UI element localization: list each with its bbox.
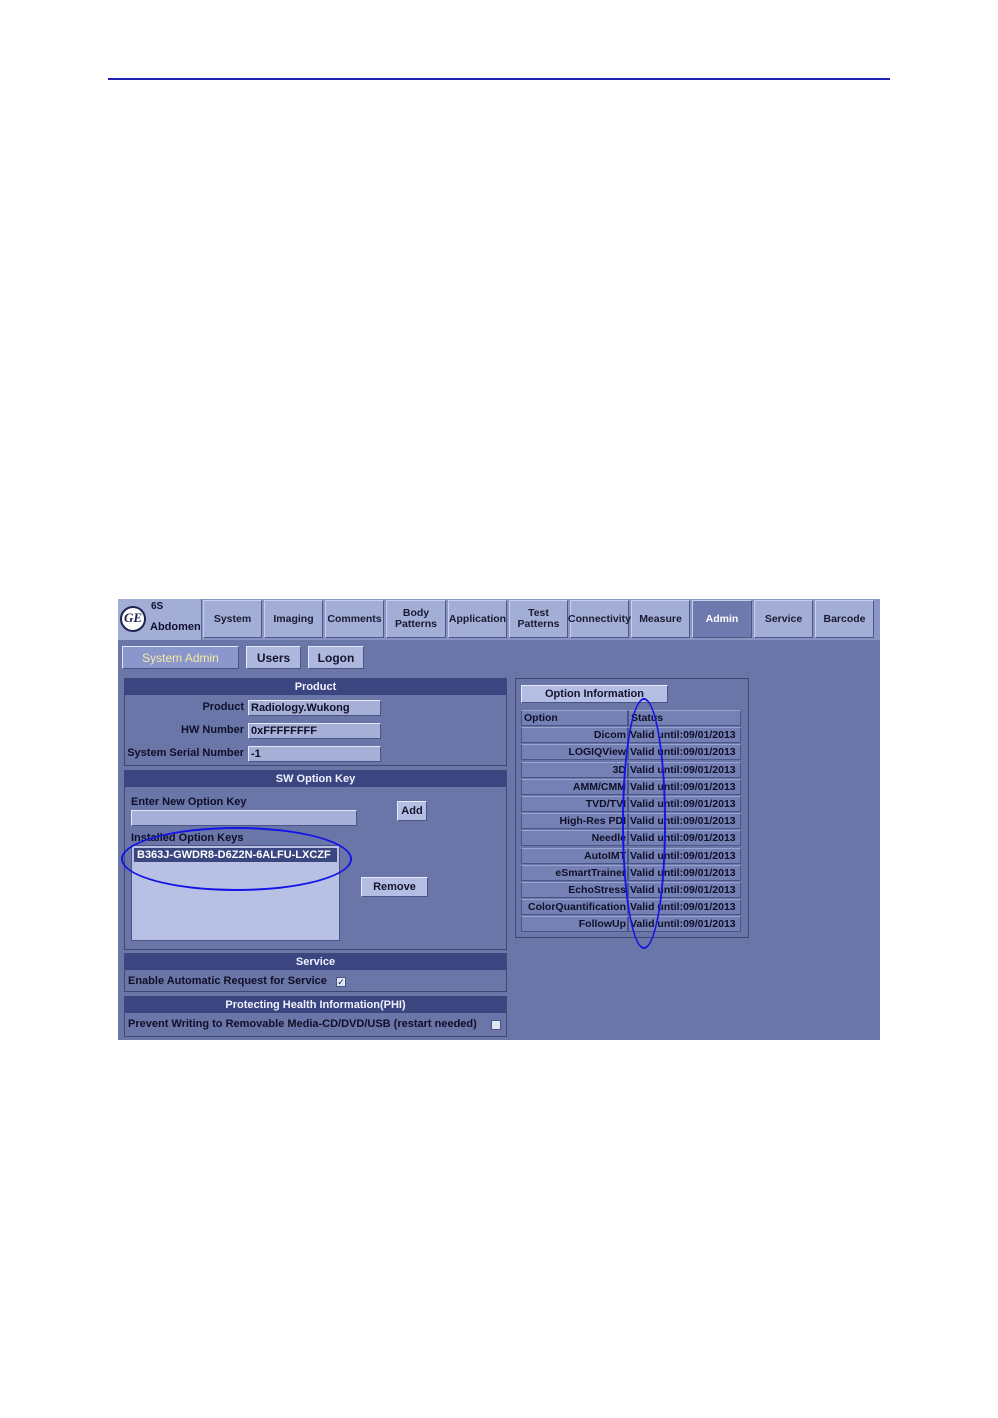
tab-measure[interactable]: Measure bbox=[631, 600, 690, 638]
service-panel: Service Enable Automatic Request for Ser… bbox=[124, 953, 507, 992]
product-field: Radiology.Wukong bbox=[248, 700, 381, 716]
auto-request-label: Enable Automatic Request for Service bbox=[128, 975, 327, 987]
annotation-ellipse-keys bbox=[121, 827, 352, 891]
option-name-cell: eSmartTrainer bbox=[521, 864, 628, 881]
subtab-users[interactable]: Users bbox=[246, 646, 301, 669]
prevent-writing-label: Prevent Writing to Removable Media-CD/DV… bbox=[128, 1018, 477, 1030]
preset-label: Abdomen bbox=[150, 621, 201, 633]
prevent-writing-checkbox[interactable] bbox=[491, 1020, 501, 1030]
add-button[interactable]: Add bbox=[397, 801, 427, 821]
tab-application[interactable]: Application bbox=[448, 600, 507, 638]
subtab-system-admin[interactable]: System Admin bbox=[122, 646, 239, 669]
tab-admin[interactable]: Admin bbox=[692, 600, 752, 638]
option-name-cell: Needle bbox=[521, 830, 628, 847]
option-name-cell: 3D bbox=[521, 761, 628, 778]
service-panel-title: Service bbox=[125, 954, 506, 970]
product-panel: Product Product Radiology.Wukong HW Numb… bbox=[124, 678, 507, 766]
option-name-cell: Dicom bbox=[521, 727, 628, 744]
sw-option-key-title: SW Option Key bbox=[125, 771, 506, 787]
tab-bar: GE 6S Abdomen System Imaging Comments Body … bbox=[118, 599, 880, 640]
tab-imaging[interactable]: Imaging bbox=[264, 600, 323, 638]
tab-connectivity[interactable]: Connectivity bbox=[568, 600, 631, 638]
tab-barcode[interactable]: Barcode bbox=[815, 600, 874, 638]
product-panel-title: Product bbox=[125, 679, 506, 695]
enter-option-key-label: Enter New Option Key bbox=[131, 796, 247, 808]
subtab-logon[interactable]: Logon bbox=[308, 646, 364, 669]
hw-number-field: 0xFFFFFFFF bbox=[248, 723, 381, 739]
phi-panel: Protecting Health Information(PHI) Preve… bbox=[124, 996, 507, 1037]
option-name-cell: EchoStress bbox=[521, 881, 628, 898]
tab-service[interactable]: Service bbox=[754, 600, 813, 638]
serial-number-field: -1 bbox=[248, 746, 381, 762]
product-label: Product bbox=[202, 701, 244, 713]
hw-number-label: HW Number bbox=[181, 724, 244, 736]
serial-number-label: System Serial Number bbox=[127, 747, 244, 759]
admin-screenshot: GE 6S Abdomen System Imaging Comments Body … bbox=[118, 599, 880, 1040]
probe-preset-cell: GE 6S Abdomen bbox=[118, 599, 202, 640]
auto-request-checkbox[interactable]: ✓ bbox=[336, 977, 346, 987]
option-name-cell: ColorQuantification bbox=[521, 899, 628, 916]
probe-label: 6S bbox=[151, 601, 164, 612]
annotation-ellipse-status bbox=[622, 698, 666, 949]
tab-system[interactable]: System bbox=[203, 600, 262, 638]
header-rule bbox=[108, 78, 890, 80]
option-name-cell: High-Res PDI bbox=[521, 813, 628, 830]
option-name-cell: AutoIMT bbox=[521, 847, 628, 864]
enter-option-key-input[interactable] bbox=[131, 810, 357, 826]
column-option-header: Option bbox=[521, 710, 628, 726]
tab-test-patterns[interactable]: Test Patterns bbox=[509, 600, 568, 638]
option-name-cell: LOGIQView bbox=[521, 744, 628, 761]
phi-panel-title: Protecting Health Information(PHI) bbox=[125, 997, 506, 1013]
ge-logo-icon: GE bbox=[120, 606, 146, 632]
remove-button[interactable]: Remove bbox=[361, 877, 428, 897]
option-name-cell: FollowUp bbox=[521, 916, 628, 933]
option-name-cell: AMM/CMM bbox=[521, 778, 628, 795]
option-name-cell: TVD/TVI bbox=[521, 795, 628, 812]
tab-body-patterns[interactable]: Body Patterns bbox=[386, 600, 446, 638]
tab-comments[interactable]: Comments bbox=[325, 600, 384, 638]
